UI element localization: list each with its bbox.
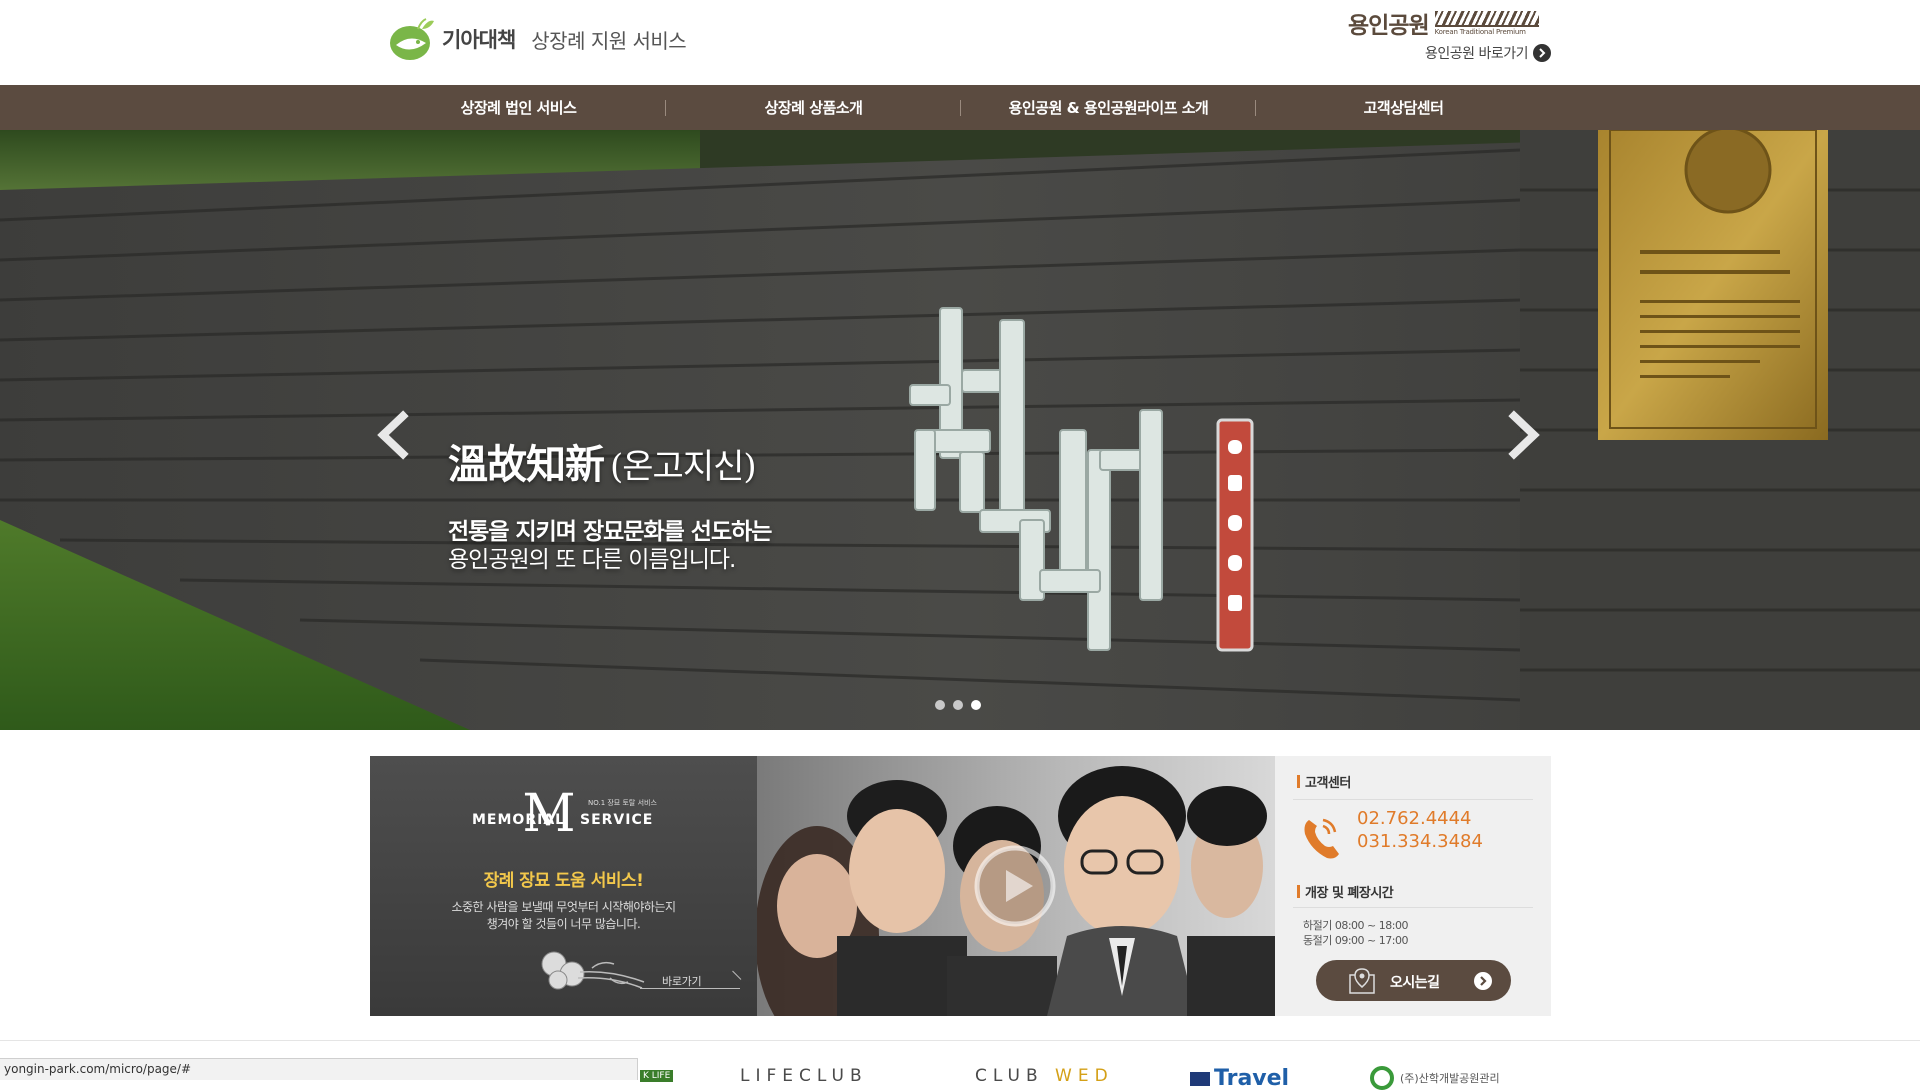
memorial-logo-tagline: NO.1 장묘 토탈 서비스 — [588, 799, 657, 807]
promo-description: 소중한 사람을 보낼때 무엇부터 시작해야하는지 챙겨야 할 것들이 너무 많습… — [370, 899, 757, 933]
nav-item-label: 상장례 상품소개 — [764, 99, 863, 117]
hero-title: 溫故知新 (온고지신) — [448, 432, 757, 490]
pattern-bar — [1434, 11, 1539, 27]
nav-item-label: 용인공원 & 용인공원라이프 소개 — [1008, 99, 1209, 117]
traditional-pattern-icon: Korean Traditional Premium — [1434, 9, 1539, 37]
partner-logo-travel[interactable]: Travel — [1190, 1066, 1289, 1091]
hero-stone-wall-image — [0, 130, 1920, 730]
nav-item-customer-center[interactable]: 고객상담센터 — [1256, 85, 1551, 130]
main-nav: 상장례 법인 서비스 상장례 상품소개 용인공원 & 용인공원라이프 소개 고객… — [0, 85, 1920, 130]
nav-item-about-yongin-park[interactable]: 용인공원 & 용인공원라이프 소개 — [961, 85, 1256, 130]
divider — [1293, 799, 1533, 800]
circle-arrow-right-icon — [1533, 44, 1551, 62]
memorial-service-banner[interactable]: MEMORIAL M SERVICE NO.1 장묘 토탈 서비스 장례 장묘 … — [370, 756, 757, 1016]
directions-button-label: 오시는길 — [1390, 975, 1440, 991]
memorial-logo-m: M — [522, 784, 576, 844]
slider-dot-2[interactable] — [953, 700, 963, 710]
phone-number-2[interactable]: 031.334.3484 — [1357, 831, 1483, 852]
opening-hours-heading: 개장 및 폐장시간 — [1297, 882, 1394, 901]
memorial-service-logo: MEMORIAL M SERVICE NO.1 장묘 토탈 서비스 — [370, 786, 757, 842]
phone-number-1[interactable]: 02.762.4444 — [1357, 808, 1472, 829]
circle-arrow-right-icon — [1474, 972, 1492, 990]
partner-clubwed-b: WED — [1055, 1066, 1114, 1086]
site-header: 기아대책 상장례 지원 서비스 용인공원 Korean Traditional … — [0, 0, 1920, 85]
yongin-park-shortcut-label: 용인공원 바로가기 — [1425, 46, 1529, 62]
slider-prev-arrow-icon[interactable] — [373, 410, 413, 460]
partner-logo-sanhak[interactable]: (주)산학개발공원관리 — [1370, 1066, 1500, 1090]
kfhi-logo[interactable]: 기아대책 상장례 지원 서비스 — [388, 14, 687, 64]
nav-item-label: 상장례 법인 서비스 — [460, 99, 577, 117]
partner-logo-lifeclub[interactable]: LIFECLUB — [740, 1066, 868, 1086]
yongin-park-logo-text: 용인공원 — [1348, 13, 1430, 39]
slider-next-arrow-icon[interactable] — [1504, 410, 1544, 460]
directions-button[interactable]: 오시는길 — [1316, 960, 1511, 1001]
hero-slider: 溫故知新 (온고지신) 전통을 지키며 장묘문화를 선도하는 용인공원의 또 다른… — [0, 130, 1920, 730]
promo-description-line1: 소중한 사람을 보낼때 무엇부터 시작해야하는지 — [451, 900, 676, 914]
partner-travel-label: Travel — [1214, 1066, 1290, 1091]
promo-link-arrow-icon — [732, 970, 742, 980]
hero-title-reading: (온고지신) — [610, 447, 757, 487]
memorial-logo-right: SERVICE — [580, 812, 654, 828]
summer-hours: 하절기 08:00 ~ 18:00 — [1303, 919, 1408, 932]
divider — [1293, 907, 1533, 908]
slider-pagination — [935, 700, 981, 710]
nav-item-products[interactable]: 상장례 상품소개 — [666, 85, 961, 130]
winter-hours: 동절기 09:00 ~ 17:00 — [1303, 934, 1408, 947]
promo-title: 장례 장묘 도움 서비스! — [483, 871, 644, 891]
promo-description-line2: 챙겨야 할 것들이 너무 많습니다. — [486, 917, 641, 931]
slider-dot-1[interactable] — [935, 700, 945, 710]
yongin-park-shortcut-link[interactable]: 용인공원 바로가기 — [1425, 43, 1551, 63]
slider-dot-3[interactable] — [971, 700, 981, 710]
sanhak-logo-icon — [1370, 1066, 1394, 1090]
logo-brand-text: 기아대책 — [442, 28, 516, 52]
partner-sanhak-label: (주)산학개발공원관리 — [1400, 1072, 1500, 1085]
yongin-park-logo[interactable]: 용인공원 Korean Traditional Premium — [1348, 8, 1550, 39]
partner-logo-klife[interactable]: K LIFE — [640, 1070, 674, 1082]
nav-item-label: 고객상담센터 — [1363, 99, 1444, 117]
nav-item-corporate-service[interactable]: 상장례 법인 서비스 — [371, 85, 666, 130]
browser-status-bar: yongin-park.com/micro/page/# — [0, 1058, 638, 1080]
logo-subtitle-text: 상장례 지원 서비스 — [531, 28, 687, 53]
promo-go-link[interactable]: 바로가기 — [662, 973, 702, 989]
footer-divider — [0, 1040, 1920, 1041]
partner-clubwed-a: CLUB — [975, 1066, 1056, 1086]
play-button-icon[interactable] — [973, 844, 1057, 928]
promo-link-underline — [640, 988, 740, 989]
fish-leaf-logo-icon — [390, 18, 434, 60]
promo-video[interactable] — [757, 756, 1275, 1016]
partner-logo-clubwed[interactable]: CLUB WED — [975, 1066, 1114, 1086]
customer-info-panel: 고객센터 02.762.4444 031.334.3484 개장 및 폐장시간 … — [1275, 756, 1551, 1016]
main-nav-items: 상장례 법인 서비스 상장례 상품소개 용인공원 & 용인공원라이프 소개 고객… — [371, 85, 1552, 130]
travel-logo-icon — [1190, 1072, 1210, 1086]
phone-icon — [1304, 818, 1339, 859]
hero-title-hanja: 溫故知新 — [448, 441, 605, 488]
yongin-park-tagline: Korean Traditional Premium — [1434, 28, 1526, 36]
map-pin-icon — [1349, 968, 1375, 994]
hero-description-line2: 용인공원의 또 다른 이름입니다. — [448, 547, 736, 573]
customer-center-heading: 고객센터 — [1297, 772, 1351, 791]
chrysanthemum-icon — [541, 951, 645, 990]
